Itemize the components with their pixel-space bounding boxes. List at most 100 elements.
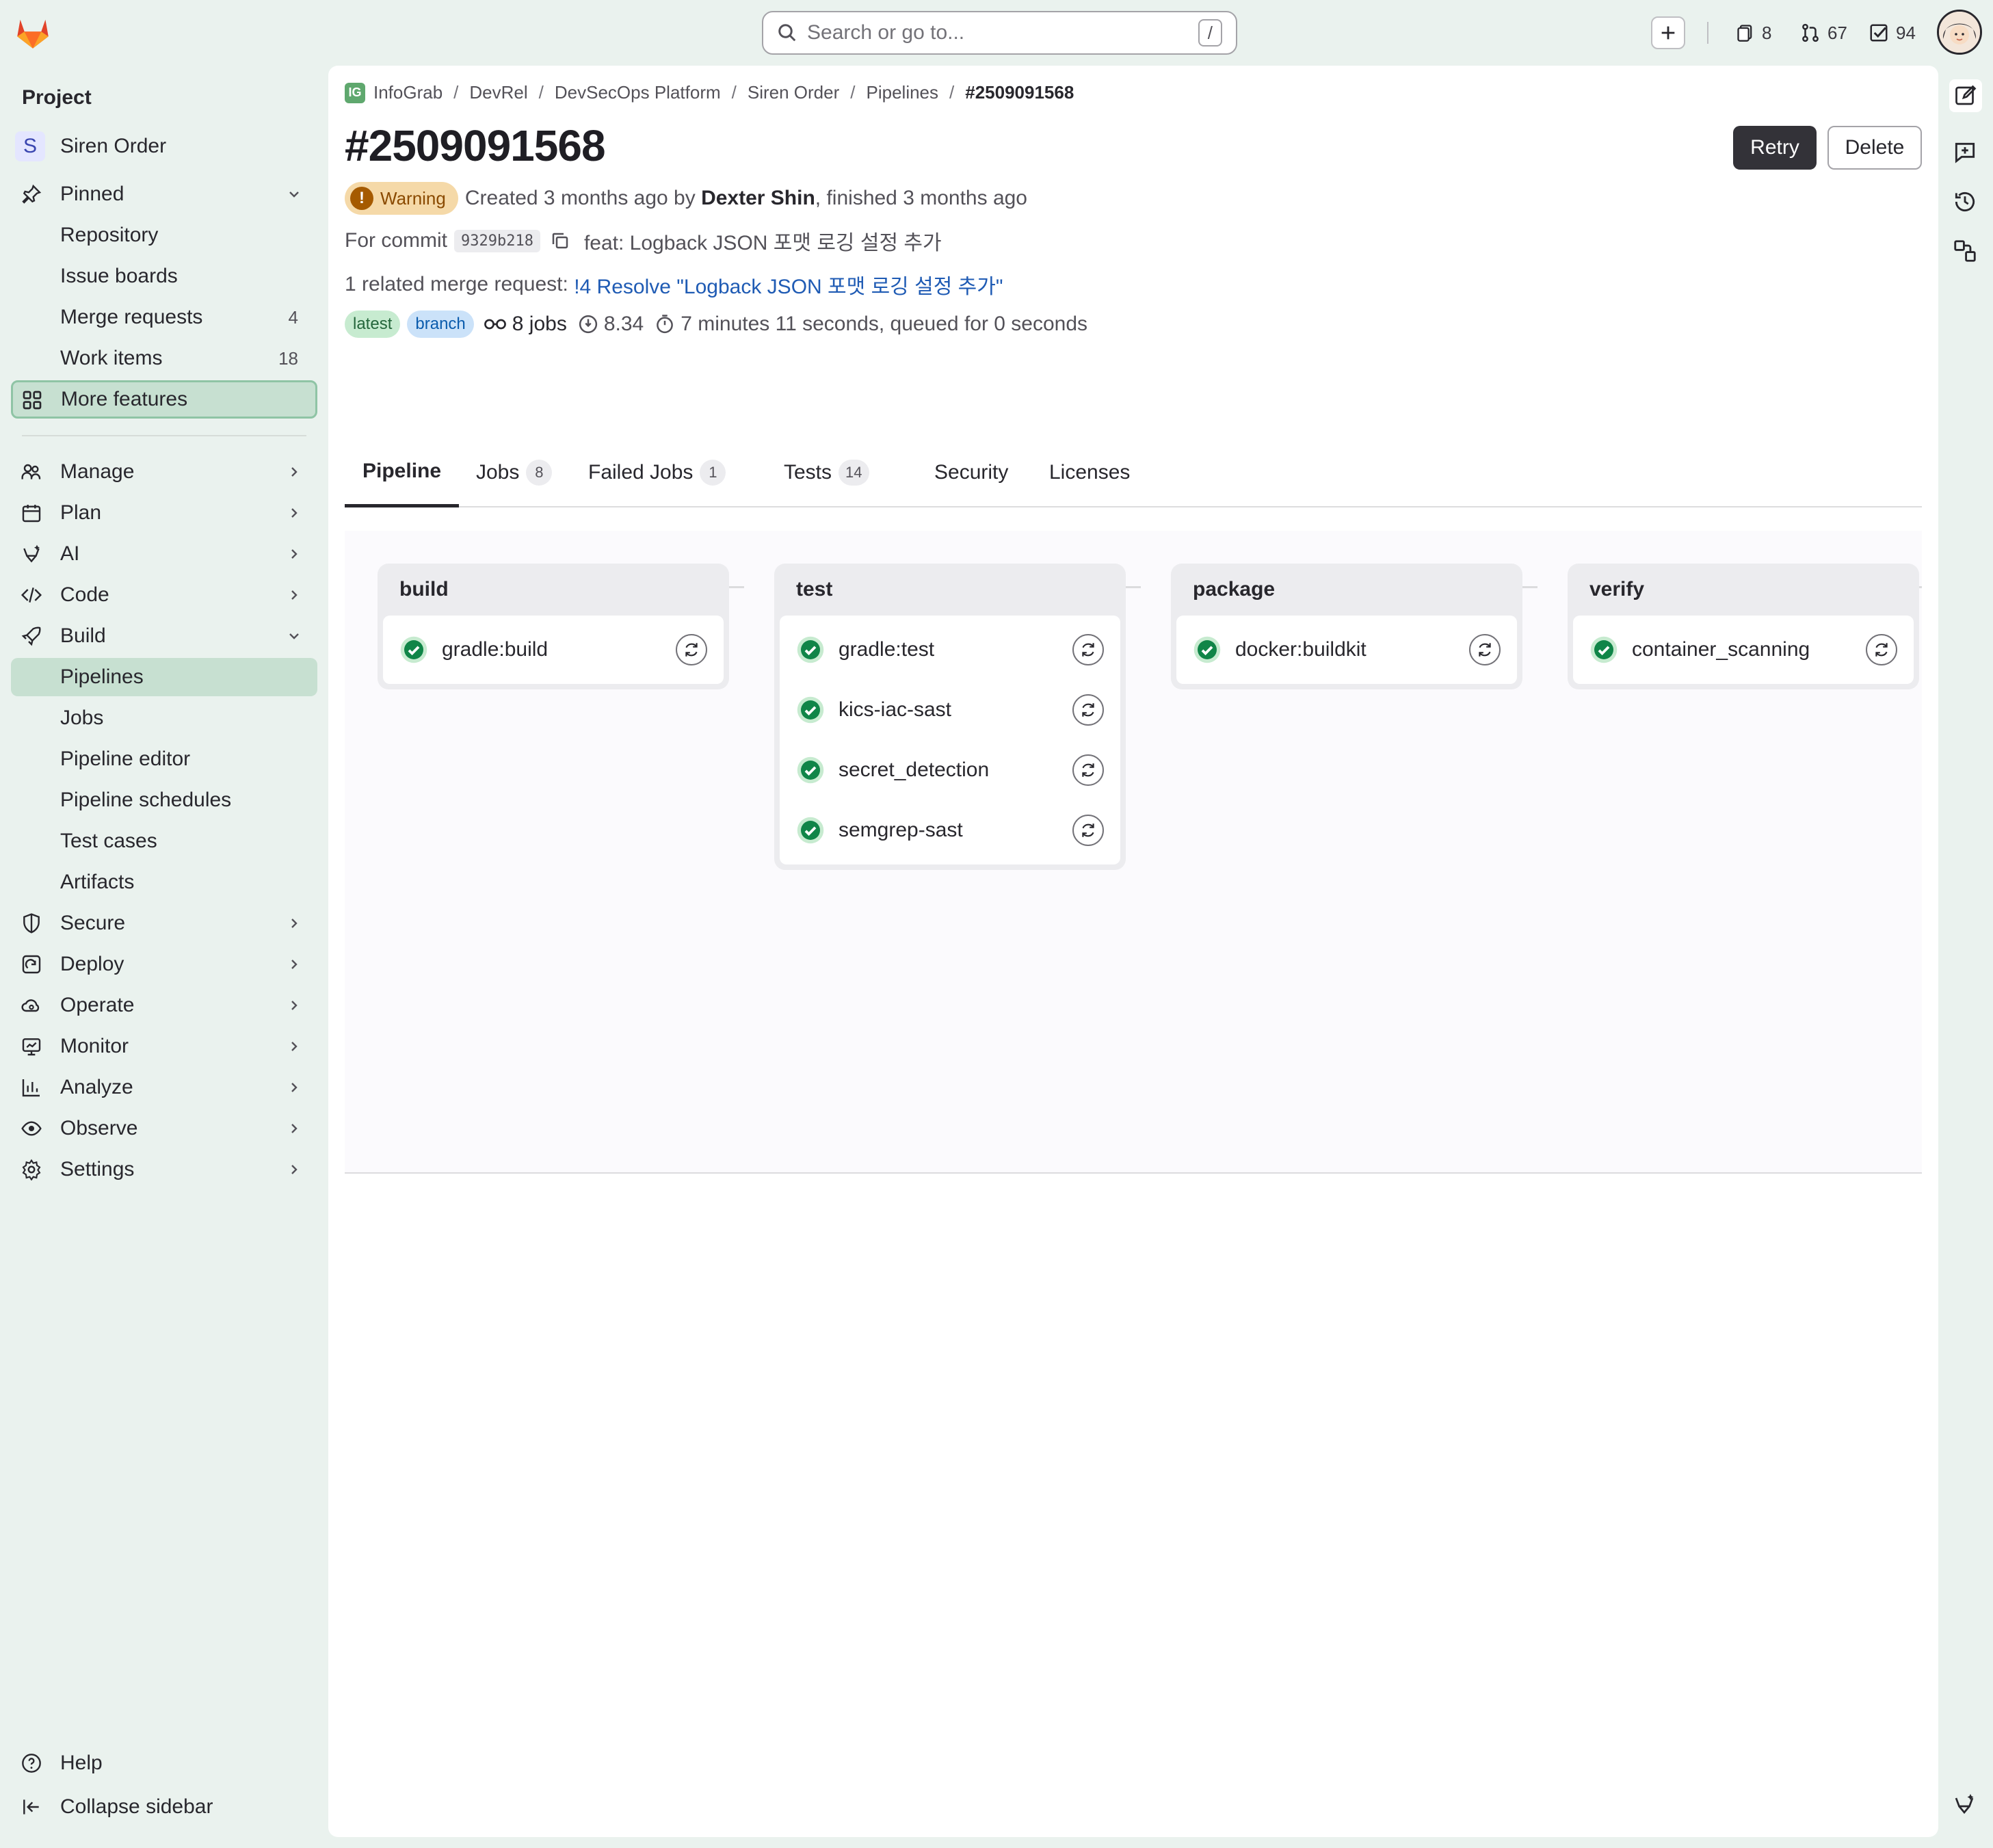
sidebar-item-pipeline-editor[interactable]: Pipeline editor	[11, 740, 317, 778]
deploy-icon	[21, 953, 42, 975]
user-avatar[interactable]	[1937, 10, 1982, 55]
tab-failed-jobs[interactable]: Failed Jobs 1	[570, 438, 743, 507]
sidebar-item-manage[interactable]: Manage	[11, 453, 317, 491]
search-shortcut: /	[1198, 19, 1222, 47]
sidebar-item-label: Settings	[60, 1158, 135, 1180]
copy-icon[interactable]	[550, 230, 570, 251]
breadcrumb-item-devsecops-platform[interactable]: DevSecOps Platform	[555, 82, 721, 103]
chevron-right-icon	[286, 997, 302, 1014]
sidebar-collapse-button[interactable]: Collapse sidebar	[11, 1788, 317, 1826]
sidebar-pinned-toggle[interactable]: Pinned	[11, 175, 317, 213]
commit-sha-link[interactable]: 9329b218	[454, 229, 540, 252]
breadcrumb-separator: /	[850, 82, 856, 103]
merge-requests-button[interactable]: 67	[1800, 16, 1847, 49]
search-input[interactable]: Search or go to... /	[762, 11, 1237, 55]
comment-plus-icon	[1952, 140, 1979, 166]
retry-job-button[interactable]	[676, 634, 707, 665]
breadcrumb-item-devrel[interactable]: DevRel	[469, 82, 527, 103]
job-docker-buildkit[interactable]: docker:buildkit	[1176, 620, 1517, 680]
tab-pipeline[interactable]: Pipeline	[345, 438, 460, 507]
sidebar-item-operate[interactable]: Operate	[11, 986, 317, 1025]
tab-security[interactable]: Security	[916, 438, 1026, 507]
todos-button[interactable]: 94	[1869, 16, 1916, 49]
retry-job-button[interactable]	[1469, 634, 1501, 665]
job-semgrep-sast[interactable]: semgrep-sast	[780, 800, 1120, 860]
sidebar-pinned-label: Pinned	[60, 183, 124, 205]
tab-jobs[interactable]: Jobs 8	[458, 438, 570, 507]
sidebar-item-analyze[interactable]: Analyze	[11, 1068, 317, 1107]
pipeline-tabs: Pipeline Jobs 8 Failed Jobs 1 Tests 14 Secu…	[345, 438, 1922, 507]
job-name: docker:buildkit	[1235, 638, 1367, 661]
retry-job-button[interactable]	[1866, 634, 1897, 665]
sidebar-more-features-button[interactable]: More features	[11, 380, 317, 419]
tanuki-ai-icon	[21, 543, 42, 565]
assigned-issues-button[interactable]: 8	[1736, 16, 1771, 49]
job-gradle-test[interactable]: gradle:test	[780, 620, 1120, 680]
delete-button[interactable]: Delete	[1827, 126, 1922, 170]
sidebar-item-artifacts[interactable]: Artifacts	[11, 863, 317, 901]
chevron-down-icon	[286, 628, 302, 644]
job-gradle-build[interactable]: gradle:build	[383, 620, 724, 680]
sidebar-item-work-items[interactable]: Work items 18	[11, 339, 317, 378]
sidebar-help-button[interactable]: Help	[11, 1744, 317, 1782]
plus-icon	[1659, 23, 1678, 42]
breadcrumb-item-infograb[interactable]: InfoGrab	[373, 82, 443, 103]
status-badge[interactable]: ! Warning	[345, 182, 458, 215]
tab-tests[interactable]: Tests 14	[766, 438, 887, 507]
status-success-icon	[797, 817, 824, 844]
merge-request-row: 1 related merge request: !4 Resolve "Log…	[345, 269, 1003, 300]
chevron-right-icon	[286, 546, 302, 562]
duo-chat-button[interactable]	[1952, 1792, 1979, 1819]
sidebar-item-settings[interactable]: Settings	[11, 1150, 317, 1189]
job-kics-iac-sast[interactable]: kics-iac-sast	[780, 680, 1120, 740]
history-button[interactable]	[1952, 189, 1979, 216]
search-placeholder: Search or go to...	[807, 21, 965, 44]
sidebar-item-ai[interactable]: AI	[11, 535, 317, 573]
sidebar-item-issue-boards[interactable]: Issue boards	[11, 257, 317, 295]
edit-button[interactable]	[1949, 79, 1982, 112]
author-link[interactable]: Dexter Shin	[701, 187, 815, 210]
sidebar-item-label: Analyze	[60, 1076, 133, 1098]
gitlab-logo-icon[interactable]	[14, 14, 52, 52]
sidebar-item-label: Help	[60, 1752, 103, 1774]
breadcrumb-separator: /	[949, 82, 955, 103]
sidebar-item-monitor[interactable]: Monitor	[11, 1027, 317, 1066]
sidebar-item-merge-requests[interactable]: Merge requests 4	[11, 298, 317, 336]
compare-button[interactable]	[1952, 238, 1979, 265]
sidebar-item-repository[interactable]: Repository	[11, 216, 317, 254]
job-container-scanning[interactable]: container_scanning	[1573, 620, 1914, 680]
pipeline-status-row: ! Warning Created 3 months ago by Dexter…	[345, 182, 1027, 215]
sidebar-item-observe[interactable]: Observe	[11, 1109, 317, 1148]
retry-button[interactable]: Retry	[1733, 126, 1817, 170]
commit-message-link[interactable]: feat: Logback JSON 포맷 로깅 설정 추가	[584, 226, 942, 256]
breadcrumb-item-siren-order[interactable]: Siren Order	[748, 82, 839, 103]
merge-request-link[interactable]: !4 Resolve "Logback JSON 포맷 로깅 설정 추가"	[574, 269, 1003, 300]
divider	[1707, 22, 1708, 44]
tab-licenses[interactable]: Licenses	[1031, 438, 1148, 507]
compute-value: 8.34	[603, 313, 644, 335]
sidebar-item-secure[interactable]: Secure	[11, 904, 317, 942]
retry-job-button[interactable]	[1072, 694, 1104, 726]
sidebar-item-label: Pipeline schedules	[60, 789, 232, 811]
retry-job-button[interactable]	[1072, 634, 1104, 665]
sidebar-item-plan[interactable]: Plan	[11, 494, 317, 532]
sidebar-item-build[interactable]: Build	[11, 617, 317, 655]
retry-job-button[interactable]	[1072, 754, 1104, 786]
breadcrumb-item-pipelines[interactable]: Pipelines	[867, 82, 939, 103]
sidebar-item-jobs[interactable]: Jobs	[11, 699, 317, 737]
create-new-button[interactable]	[1651, 16, 1685, 49]
pipeline-meta-row: latest branch 8 jobs 8.34 7 minutes 11 s…	[345, 311, 1087, 338]
sidebar-item-code[interactable]: Code	[11, 576, 317, 614]
help-icon	[21, 1752, 42, 1774]
sidebar-item-deploy[interactable]: Deploy	[11, 945, 317, 984]
retry-job-button[interactable]	[1072, 815, 1104, 846]
sidebar-item-pipelines[interactable]: Pipelines	[11, 658, 317, 696]
sidebar-item-pipeline-schedules[interactable]: Pipeline schedules	[11, 781, 317, 819]
sidebar-item-test-cases[interactable]: Test cases	[11, 822, 317, 860]
status-success-icon	[797, 756, 824, 784]
feedback-button[interactable]	[1952, 140, 1979, 167]
breadcrumb-current[interactable]: #2509091568	[965, 82, 1074, 103]
sidebar-project-link[interactable]: S Siren Order	[11, 127, 317, 166]
job-secret-detection[interactable]: secret_detection	[780, 740, 1120, 800]
stage-name: package	[1193, 578, 1276, 600]
